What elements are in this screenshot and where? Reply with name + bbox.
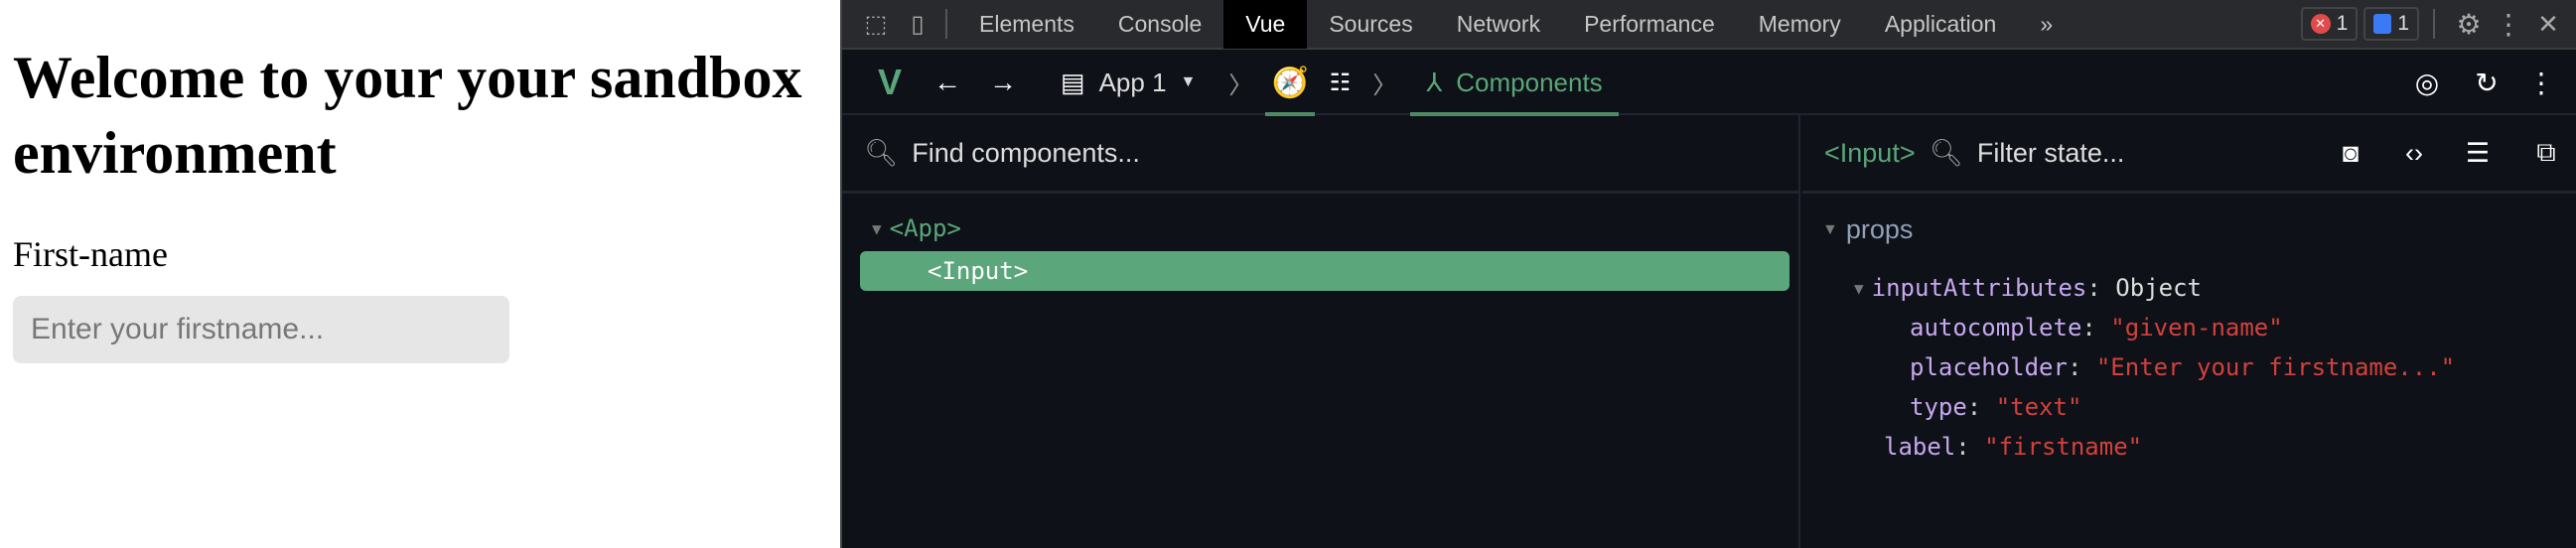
prop-key: placeholder	[1910, 353, 2068, 381]
component-name: <Input>	[928, 257, 1029, 285]
prop-row-placeholder[interactable]: placeholder: "Enter your firstname..."	[1910, 353, 2455, 381]
filter-state-input[interactable]: Filter state...	[1977, 138, 2312, 169]
open-in-editor-icon[interactable]: ⧉	[2516, 137, 2576, 169]
breadcrumb-separator-icon: 〉	[1372, 71, 1397, 99]
prop-value: "Enter your firstname..."	[2095, 353, 2456, 381]
chevron-down-icon: ▼	[1180, 73, 1197, 90]
tab-network[interactable]: Network	[1435, 0, 1562, 49]
search-icon: 🔍︎	[864, 138, 899, 168]
vue-toolbar: V ← → ▤ App 1 ▼ 〉 🧭 ☷ 〉 ⅄ Components ◎ ↻…	[842, 51, 2576, 116]
inspector-header: <Input> 🔍︎ Filter state... ◙ ‹› ☰ ⧉	[1802, 115, 2576, 194]
devtools-tab-bar: ⬚ ▯ Elements Console Vue Sources Network…	[842, 0, 2576, 50]
message-icon	[2373, 14, 2392, 34]
page-heading: Welcome to your your sandbox environment	[13, 45, 802, 186]
message-badge[interactable]: 1	[2363, 7, 2419, 41]
tab-sources[interactable]: Sources	[1307, 0, 1434, 49]
breadcrumb-separator-icon: 〉	[1228, 71, 1253, 99]
divider	[2433, 9, 2435, 39]
prop-row-autocomplete[interactable]: autocomplete: "given-name"	[1910, 314, 2283, 342]
compass-icon[interactable]: 🧭	[1265, 51, 1316, 116]
prop-row-label[interactable]: label: "firstname"	[1884, 433, 2142, 461]
scroll-to-component-icon[interactable]: ◙	[2326, 138, 2375, 169]
tab-elements[interactable]: Elements	[957, 0, 1096, 49]
vue-logo-icon: V	[877, 62, 902, 102]
tab-console[interactable]: Console	[1096, 0, 1223, 49]
tree-node-input-selected[interactable]: <Input>	[860, 251, 1789, 291]
app-selector[interactable]: ▤ App 1 ▼	[1061, 68, 1196, 98]
devtools-panel: ⬚ ▯ Elements Console Vue Sources Network…	[840, 0, 2576, 548]
tab-application[interactable]: Application	[1863, 0, 2019, 49]
error-icon: ✕	[2310, 14, 2331, 34]
prop-row-inputAttributes[interactable]: ▼ inputAttributes: Object	[1854, 274, 2202, 302]
inspect-dom-icon[interactable]: ☰	[2453, 138, 2503, 169]
find-components-search[interactable]: 🔍︎ Find components...	[842, 115, 1798, 194]
show-render-code-icon[interactable]: ‹›	[2389, 138, 2439, 169]
page-content: Welcome to your your sandbox environment…	[0, 0, 840, 548]
component-name: <App>	[889, 214, 961, 242]
section-title: props	[1845, 214, 1914, 244]
prop-key: label	[1884, 433, 1956, 461]
search-icon: 🔍︎	[1929, 138, 1963, 168]
refresh-icon[interactable]: ↻	[2457, 67, 2516, 99]
error-count: 1	[2336, 12, 2349, 35]
app-name: App 1	[1098, 67, 1167, 97]
close-icon[interactable]: ✕	[2528, 9, 2568, 40]
prop-value: Object	[2115, 274, 2202, 302]
selected-component-name: <Input>	[1824, 137, 1916, 168]
prop-row-type[interactable]: type: "text"	[1910, 393, 2081, 421]
component-inspector-pane: <Input> 🔍︎ Filter state... ◙ ‹› ☰ ⧉ ▼ pro…	[1802, 115, 2576, 548]
message-count: 1	[2397, 12, 2409, 35]
components-tree-icon: ⅄	[1426, 67, 1443, 97]
more-tabs-button[interactable]: »	[2018, 0, 2075, 49]
forward-arrow-icon[interactable]: →	[975, 67, 1031, 98]
tab-memory[interactable]: Memory	[1737, 0, 1863, 49]
prop-value: "text"	[1995, 393, 2082, 421]
prop-key: type	[1910, 393, 1967, 421]
tab-vue[interactable]: Vue	[1223, 0, 1308, 49]
select-component-target-icon[interactable]: ◎	[2397, 67, 2457, 99]
collapse-triangle-icon[interactable]: ▼	[1854, 279, 1864, 298]
component-tree-pane: 🔍︎ Find components... ▼ <App> <Input>	[842, 115, 1800, 548]
more-options-icon[interactable]: ⋮	[2489, 8, 2528, 41]
components-tab[interactable]: ⅄ Components	[1410, 51, 1619, 116]
tree-node-app[interactable]: ▼ <App>	[872, 214, 961, 242]
prop-value: "firstname"	[1984, 433, 2143, 461]
prop-key: inputAttributes	[1871, 274, 2087, 302]
back-arrow-icon[interactable]: ←	[920, 67, 975, 98]
first-name-input[interactable]	[13, 296, 509, 363]
collapse-triangle-icon[interactable]: ▼	[872, 219, 882, 238]
props-section-header[interactable]: ▼ props	[1822, 214, 1913, 245]
app-window-icon: ▤	[1061, 67, 1085, 97]
components-label: Components	[1456, 67, 1603, 97]
tab-performance[interactable]: Performance	[1562, 0, 1737, 49]
collapse-triangle-icon[interactable]: ▼	[1822, 221, 1838, 239]
first-name-label: First-name	[13, 234, 168, 274]
divider	[945, 9, 947, 39]
inspect-element-icon[interactable]: ⬚	[852, 10, 900, 39]
settings-gear-icon[interactable]: ⚙	[2449, 8, 2489, 41]
timeline-icon[interactable]: ☷	[1315, 68, 1364, 97]
more-options-icon[interactable]: ⋮	[2516, 67, 2566, 99]
find-components-placeholder[interactable]: Find components...	[912, 138, 1140, 169]
device-toolbar-icon[interactable]: ▯	[900, 10, 935, 39]
error-badge[interactable]: ✕ 1	[2300, 7, 2359, 41]
prop-key: autocomplete	[1910, 314, 2082, 342]
prop-value: "given-name"	[2110, 314, 2283, 342]
